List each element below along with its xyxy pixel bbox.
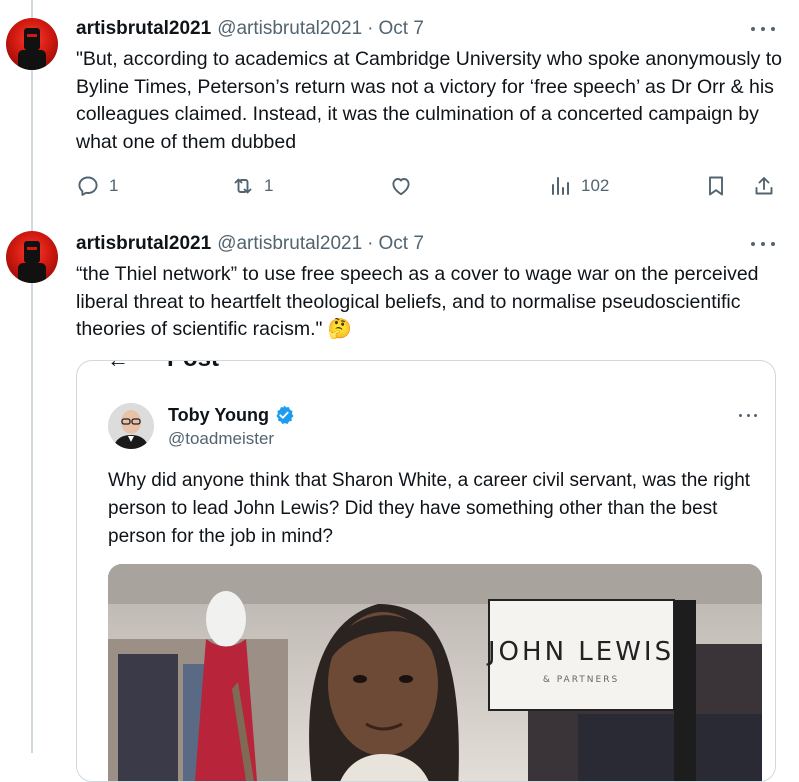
avatar-figure-icon [18,241,46,283]
john-lewis-sign-text: JOHN LEWIS [486,637,674,667]
user-avatar[interactable] [6,18,58,70]
heart-icon [392,178,410,196]
views-chart-icon [552,177,569,195]
author-handle[interactable]: @artisbrutal2021 [217,18,362,40]
person-portrait-icon [108,403,154,449]
more-options-icon[interactable] [751,19,775,39]
quoted-author: Toby Young [168,404,295,426]
views-count: 102 [581,176,610,195]
tweet-actions: 1 1 102 [76,172,788,200]
share-icon [755,177,773,195]
tweet-text: “the Thiel network” to use free speech a… [76,261,788,344]
author-handle[interactable]: @artisbrutal2021 [217,233,362,255]
tweet-text: "But, according to academics at Cambridg… [76,48,783,153]
tweet-date[interactable]: Oct 7 [379,233,424,255]
avatar-figure-icon [18,28,46,70]
tweet-header: artisbrutal2021 @artisbrutal2021 · Oct 7 [76,16,424,42]
back-arrow-icon: ← [107,361,129,373]
separator-dot: · [367,18,374,39]
post-header-label: Post [167,361,219,373]
verified-badge-icon [276,405,294,424]
like-button[interactable] [389,172,413,200]
separator-dot: · [367,233,374,254]
quoted-tweet-text: Why did anyone think that Sharon White, … [108,470,751,547]
retweet-button[interactable]: 1 [231,172,273,200]
quoted-user-avatar[interactable] [108,403,154,449]
tweet-text-body: “the Thiel network” to use free speech a… [76,263,759,340]
author-name[interactable]: artisbrutal2021 [76,233,211,255]
more-options-icon[interactable] [751,234,775,254]
reply-icon [78,176,98,196]
partners-sign-text: & PARTNERS [543,675,619,685]
quoted-author-name[interactable]: Toby Young [168,405,269,426]
author-name[interactable]: artisbrutal2021 [76,18,211,40]
quoted-tweet-card[interactable]: ← Post Toby Young @toadmeister Why did a… [76,360,776,782]
reply-button[interactable]: 1 [76,172,118,200]
retweet-count: 1 [264,176,274,195]
retweet-icon [234,178,252,194]
views-button[interactable]: 102 [548,172,609,200]
bookmark-button[interactable] [704,172,728,200]
tweet-date[interactable]: Oct 7 [379,18,424,40]
thread-connector-line [31,0,33,753]
user-avatar[interactable] [6,231,58,283]
store-photo-illustration: JOHN LEWIS & PARTNERS [108,564,762,781]
tweet-header: artisbrutal2021 @artisbrutal2021 · Oct 7 [76,231,424,257]
thinking-face-emoji: 🤔 [327,318,353,340]
share-button[interactable] [752,172,776,200]
bookmark-icon [709,176,723,196]
quoted-more-options-icon[interactable] [739,407,757,423]
quoted-author-handle[interactable]: @toadmeister [168,429,274,449]
reply-count: 1 [109,176,119,195]
quoted-tweet-image[interactable]: JOHN LEWIS & PARTNERS [108,564,762,781]
